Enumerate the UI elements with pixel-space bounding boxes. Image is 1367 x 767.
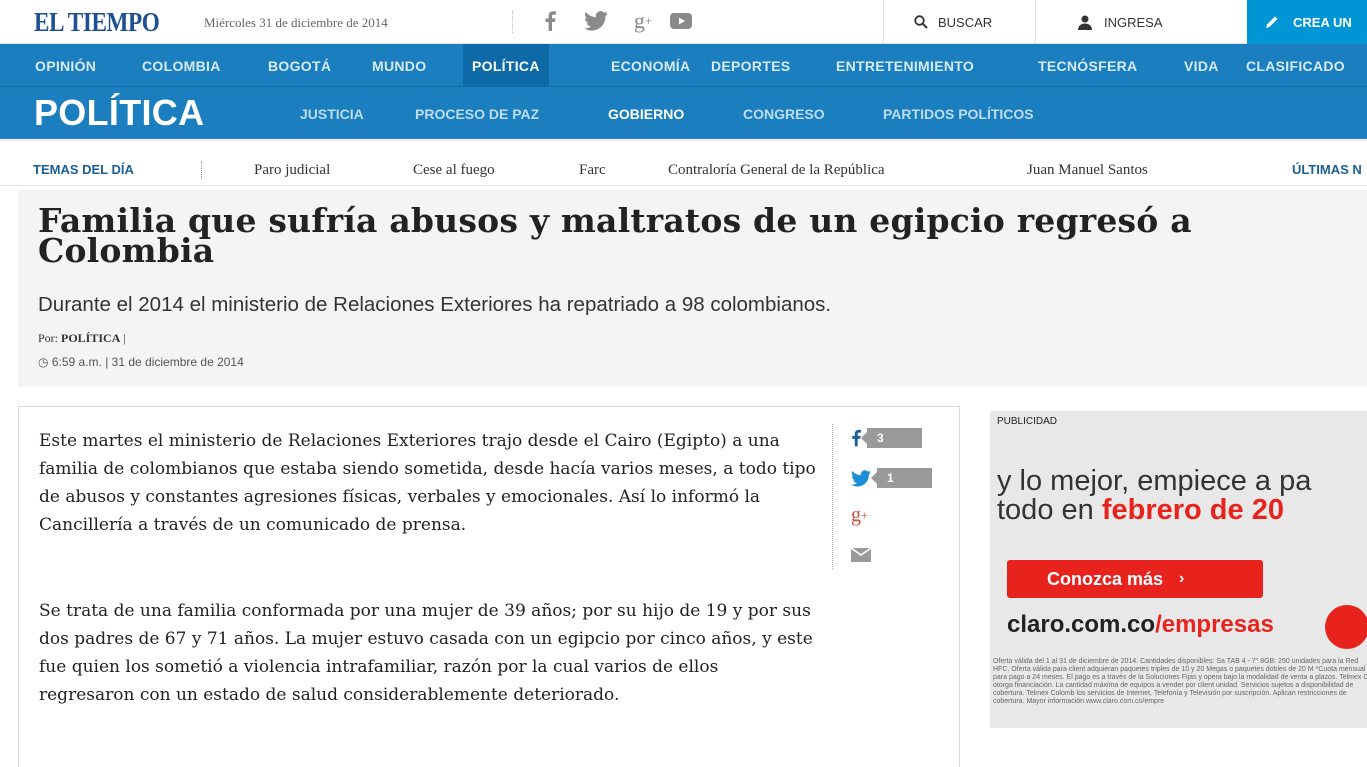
ad-cta-label: Conozca más — [1047, 568, 1164, 589]
facebook-share-count: 3 — [861, 428, 922, 448]
nav-item-politica[interactable]: POLÍTICA — [463, 44, 549, 87]
nav-item-deportes[interactable]: DEPORTES — [702, 44, 799, 87]
search-button[interactable]: BUSCAR — [883, 0, 1035, 44]
article-paragraph: Se trata de una familia conformada por u… — [39, 601, 813, 705]
site-logo[interactable]: EL TIEMPO — [34, 7, 160, 38]
divider — [512, 11, 513, 33]
subnav-item-gobierno[interactable]: GOBIERNO — [608, 106, 684, 122]
ad-fine-print: Oferta válida del 1 al 31 de diciembre d… — [993, 658, 1367, 705]
nav-item-economia[interactable]: ECONOMÍA — [602, 44, 699, 87]
ad-url-domain: claro.com.co — [1007, 611, 1156, 638]
byline-author[interactable]: POLÍTICA — [61, 331, 120, 345]
trending-topics-label: TEMAS DEL DÍA — [33, 162, 134, 177]
topic-link[interactable]: Paro judicial — [254, 162, 330, 179]
article-subhead: Durante el 2014 el ministerio de Relacio… — [38, 293, 832, 316]
article-paragraph: Este martes el ministerio de Relaciones … — [39, 431, 816, 535]
twitter-icon — [851, 469, 871, 486]
ad-url: claro.com.co/empresas — [1007, 611, 1274, 639]
article-body: Este martes el ministerio de Relaciones … — [18, 406, 960, 767]
subnav-item-partidos-politicos[interactable]: PARTIDOS POLÍTICOS — [883, 106, 1034, 122]
top-bar: EL TIEMPO Miércoles 31 de diciembre de 2… — [0, 0, 1367, 44]
search-icon — [914, 15, 928, 29]
ad-url-path: /empresas — [1155, 611, 1274, 638]
google-plus-icon[interactable]: g + — [851, 504, 868, 526]
login-button[interactable]: INGRESA — [1035, 0, 1218, 44]
facebook-icon[interactable] — [538, 9, 562, 33]
search-label: BUSCAR — [938, 14, 993, 30]
advertisement[interactable]: PUBLICIDAD y lo mejor, empiece a pa todo… — [990, 411, 1367, 728]
ad-line-2-prefix: todo en — [997, 494, 1102, 526]
topic-link[interactable]: Juan Manuel Santos — [1027, 162, 1148, 179]
ad-cta-button[interactable]: Conozca más › — [1007, 560, 1263, 598]
chevron-right-icon: › — [1179, 570, 1185, 587]
section-title[interactable]: POLÍTICA — [34, 92, 204, 134]
main-nav: OPINIÓN COLOMBIA BOGOTÁ MUNDO POLÍTICA E… — [0, 44, 1367, 87]
twitter-share-button[interactable]: 1 — [851, 467, 932, 489]
date-separator: | — [105, 355, 109, 369]
byline-prefix: Por: — [38, 331, 59, 345]
article-headline: Familia que sufría abusos y maltratos de… — [38, 201, 1192, 270]
nav-item-opinion[interactable]: OPINIÓN — [26, 44, 105, 87]
ad-label: PUBLICIDAD — [997, 416, 1058, 427]
current-date: Miércoles 31 de diciembre de 2014 — [204, 15, 388, 30]
create-account-label: CREA UN — [1293, 14, 1352, 30]
article-date: 31 de diciembre de 2014 — [111, 355, 244, 369]
google-plus-icon[interactable]: g + — [628, 8, 658, 33]
article-datetime: ◷ 6:59 a.m. | 31 de diciembre de 2014 — [38, 355, 244, 369]
twitter-icon[interactable] — [581, 9, 611, 33]
topic-link[interactable]: Contraloría General de la República — [668, 162, 885, 179]
subnav-item-justicia[interactable]: JUSTICIA — [300, 106, 364, 122]
pencil-icon — [1266, 16, 1278, 28]
latest-news-link[interactable]: ÚLTIMAS N — [1292, 162, 1362, 177]
share-bar: 3 1 g + — [832, 424, 932, 569]
clock-icon: ◷ — [38, 355, 49, 369]
trending-topics-bar: TEMAS DEL DÍA Paro judicial Cese al fueg… — [0, 140, 1367, 186]
nav-item-bogota[interactable]: BOGOTÁ — [259, 44, 340, 87]
ad-line-1: y lo mejor, empiece a pa — [997, 465, 1312, 497]
nav-item-tecnosfera[interactable]: TECNÓSFERA — [1029, 44, 1146, 87]
article-header: Familia que sufría abusos y maltratos de… — [18, 190, 1367, 387]
login-label: INGRESA — [1104, 14, 1163, 30]
nav-item-clasificados[interactable]: CLASIFICADO — [1237, 44, 1354, 87]
nav-item-mundo[interactable]: MUNDO — [363, 44, 435, 87]
byline-separator: | — [123, 331, 126, 345]
topic-link[interactable]: Farc — [579, 162, 606, 179]
article-byline: Por: POLÍTICA | — [38, 331, 126, 346]
ad-line-2: todo en febrero de 20 — [997, 496, 1311, 525]
nav-item-colombia[interactable]: COLOMBIA — [133, 44, 230, 87]
ad-line-2-highlight: febrero de 20 — [1101, 494, 1284, 526]
twitter-share-count: 1 — [871, 468, 932, 488]
subnav-item-proceso-de-paz[interactable]: PROCESO DE PAZ — [415, 106, 539, 122]
facebook-share-button[interactable]: 3 — [851, 427, 922, 449]
divider — [201, 161, 202, 179]
create-account-button[interactable]: CREA UN — [1247, 0, 1367, 44]
brand-logo-icon — [1325, 605, 1367, 649]
email-icon[interactable] — [851, 544, 871, 566]
topic-link[interactable]: Cese al fuego — [413, 162, 495, 179]
nav-item-entretenimiento[interactable]: ENTRETENIMIENTO — [827, 44, 983, 87]
article-time: 6:59 a.m. — [51, 355, 102, 369]
user-icon — [1078, 15, 1092, 30]
section-nav: POLÍTICA JUSTICIA PROCESO DE PAZ GOBIERN… — [0, 87, 1367, 139]
nav-item-vida[interactable]: VIDA — [1175, 44, 1228, 87]
facebook-icon — [852, 429, 861, 447]
youtube-icon[interactable] — [668, 9, 694, 33]
ad-headline: y lo mejor, empiece a pa todo en febrero… — [997, 467, 1311, 525]
subnav-item-congreso[interactable]: CONGRESO — [743, 106, 825, 122]
